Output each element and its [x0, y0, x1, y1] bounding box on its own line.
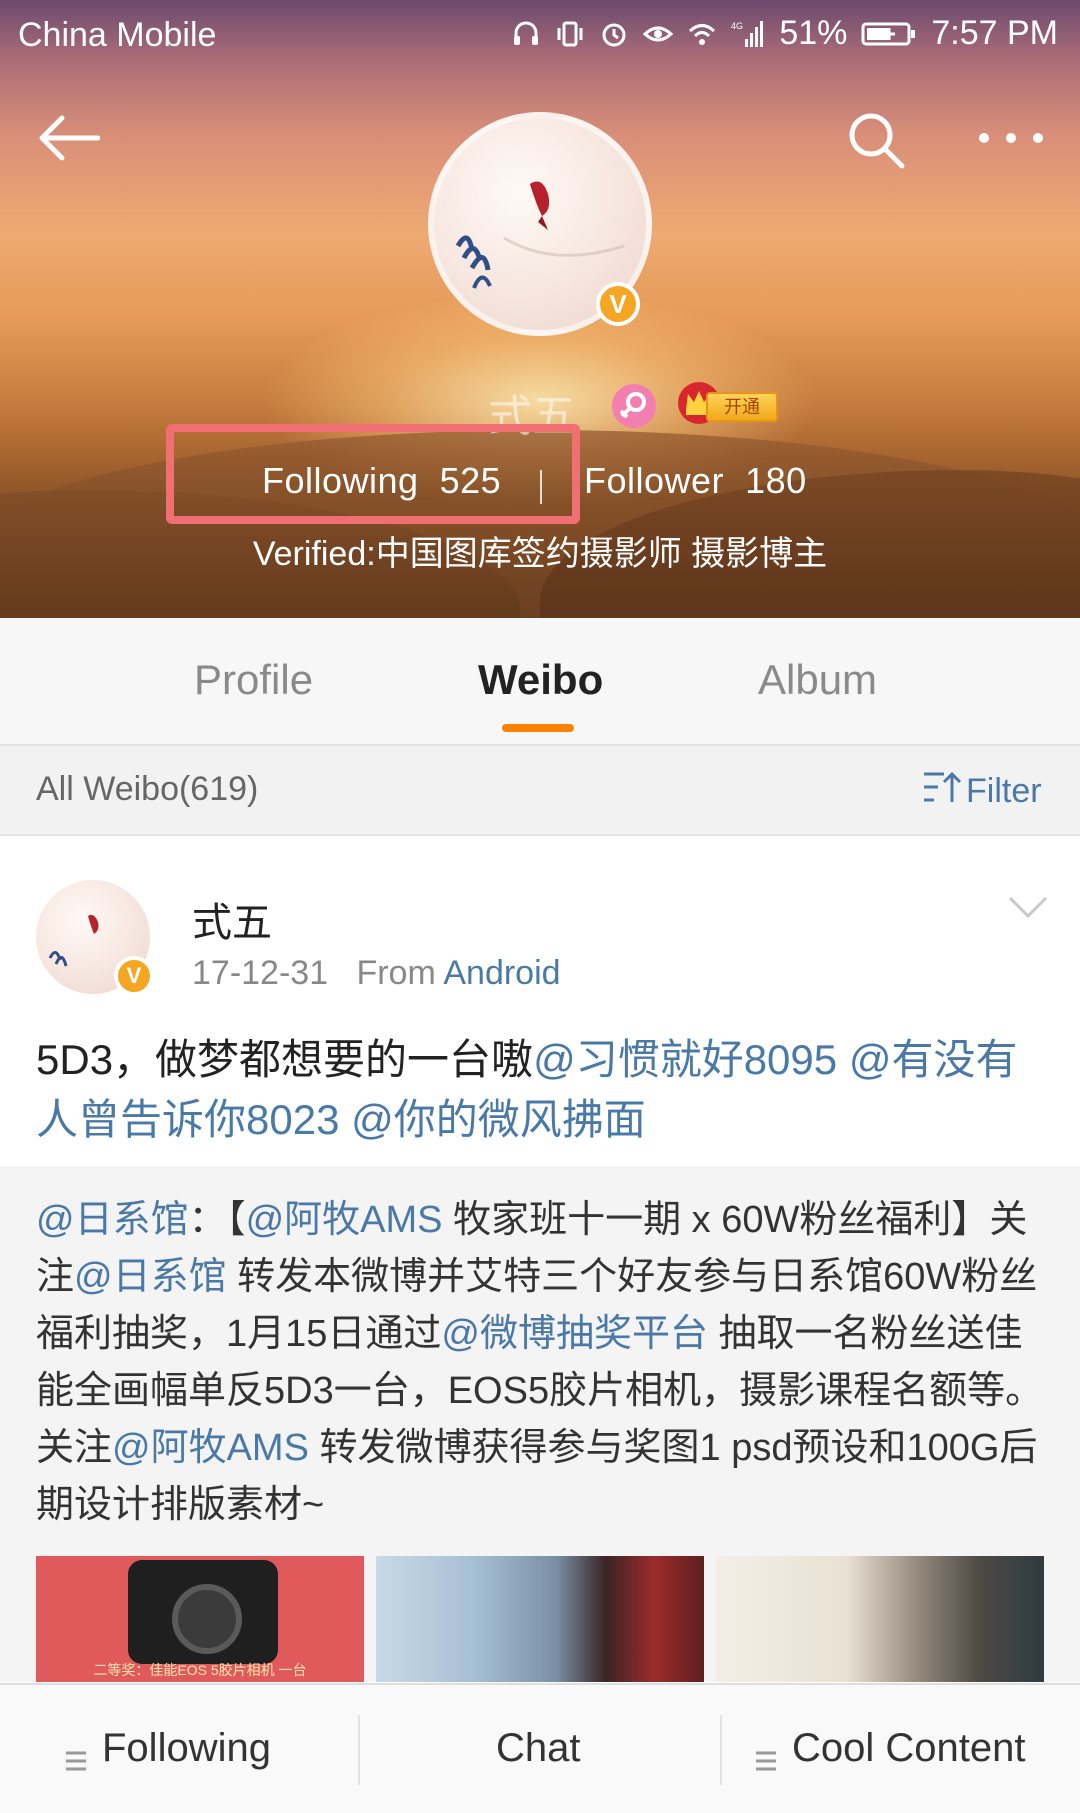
mention-link[interactable]: @微博抽奖平台 — [441, 1313, 708, 1355]
cool-content-button[interactable]: Cool Content — [754, 1723, 1025, 1773]
vip-membership-badge[interactable]: 开通 — [676, 380, 782, 426]
post-source-link[interactable]: Android — [443, 954, 560, 992]
follower-count: 180 — [745, 460, 807, 501]
thumb-caption: 二等奖：佳能EOS 5胶片相机 一台 — [93, 1662, 307, 1678]
menu-lines-icon — [754, 1737, 778, 1771]
repost-text: @日系馆：【@阿牧AMS 牧家班十一期 x 60W粉丝福利】关注@日系馆 转发本… — [36, 1192, 1048, 1534]
status-bar: China Mobile 4G 51% 7:57 PM — [0, 0, 1080, 74]
tab-weibo[interactable]: Weibo — [478, 656, 603, 704]
vip-open-label: 开通 — [706, 392, 778, 422]
repost-image-grid: 二等奖：佳能EOS 5胶片相机 一台 — [36, 1556, 1046, 1682]
active-tab-indicator — [502, 724, 574, 732]
repost-image-hanfu[interactable] — [376, 1556, 704, 1682]
bottom-action-bar: Following Chat Cool Content — [0, 1683, 1080, 1813]
headphones-icon — [511, 19, 541, 49]
follower-label: Follower — [584, 460, 725, 501]
eye-icon — [643, 19, 674, 49]
repost-image-camera[interactable]: 二等奖：佳能EOS 5胶片相机 一台 — [36, 1556, 364, 1682]
mention-link[interactable]: @习惯就好8095 — [533, 1036, 837, 1083]
mention-link[interactable]: @阿牧AMS — [246, 1199, 443, 1241]
battery-charging-icon — [861, 19, 917, 49]
status-icons: 4G 51% 7:57 PM — [511, 14, 1058, 53]
verified-badge-icon: V — [114, 956, 154, 996]
chat-button-label: Chat — [496, 1725, 581, 1770]
weibo-profile-screen: China Mobile 4G 51% 7:57 PM V 式五 开通 Foll… — [0, 0, 1080, 1813]
bottom-divider — [358, 1715, 360, 1785]
mention-link[interactable]: @日系馆 — [36, 1199, 189, 1241]
post-text-plain: 5D3，做梦都想要的一台嗷 — [36, 1036, 534, 1083]
more-options-icon[interactable] — [976, 126, 1046, 150]
bottom-divider — [720, 1715, 722, 1785]
battery-level: 51% — [779, 14, 848, 52]
filter-icon — [922, 770, 962, 813]
signal-icon: 4G — [731, 19, 765, 49]
cool-content-label: Cool Content — [792, 1725, 1026, 1770]
camera-photo — [128, 1560, 278, 1664]
clock-time: 7:57 PM — [931, 14, 1058, 52]
filter-button[interactable]: Filter — [922, 766, 1042, 816]
following-highlight-box — [166, 424, 580, 524]
verified-badge-icon: V — [596, 282, 640, 326]
tab-album[interactable]: Album — [758, 656, 877, 704]
menu-lines-icon — [64, 1737, 88, 1771]
post-date: 17-12-31 — [192, 954, 329, 992]
profile-tabs: Profile Weibo Album — [0, 618, 1080, 746]
mention-link[interactable]: @阿牧AMS — [112, 1427, 309, 1469]
following-button[interactable]: Following — [64, 1723, 271, 1773]
tab-profile[interactable]: Profile — [194, 656, 313, 704]
chevron-down-icon[interactable] — [1006, 894, 1050, 922]
back-arrow-icon[interactable] — [36, 110, 101, 166]
female-gender-icon — [612, 384, 656, 428]
mention-link[interactable]: @你的微风拂面 — [351, 1096, 646, 1143]
carrier-name: China Mobile — [18, 16, 217, 54]
all-weibo-count: All Weibo(619) — [36, 770, 259, 808]
svg-text:4G: 4G — [731, 21, 743, 31]
verified-description: Verified:中国图库签约摄影师 摄影博主 — [252, 535, 828, 573]
repost-image-portrait[interactable] — [716, 1556, 1044, 1682]
post-author-name[interactable]: 式五 — [192, 890, 272, 948]
chat-button[interactable]: Chat — [496, 1723, 581, 1773]
vibrate-icon — [555, 19, 585, 49]
search-icon[interactable] — [846, 110, 906, 170]
mention-link[interactable]: @日系馆 — [74, 1256, 227, 1298]
alarm-icon — [599, 19, 629, 49]
filter-label: Filter — [966, 771, 1042, 810]
follower-count-link[interactable]: Follower 180 — [584, 460, 807, 502]
post-from-label: From — [356, 954, 436, 992]
post-meta: 17-12-31 From Android — [192, 954, 561, 993]
wifi-icon — [687, 19, 717, 49]
reposted-content[interactable]: @日系馆：【@阿牧AMS 牧家班十一期 x 60W粉丝福利】关注@日系馆 转发本… — [0, 1166, 1080, 1682]
following-button-label: Following — [102, 1725, 271, 1770]
profile-cover: China Mobile 4G 51% 7:57 PM V 式五 开通 Foll… — [0, 0, 1080, 618]
repost-text-segment: ：【 — [188, 1199, 246, 1241]
post-text: 5D3，做梦都想要的一台嗷@习惯就好8095 @有没有人曾告诉你8023 @你的… — [36, 1030, 1046, 1150]
weibo-post[interactable]: V 式五 17-12-31 From Android 5D3，做梦都想要的一台嗷… — [0, 836, 1080, 1166]
weibo-filter-bar: All Weibo(619) Filter — [0, 746, 1080, 836]
